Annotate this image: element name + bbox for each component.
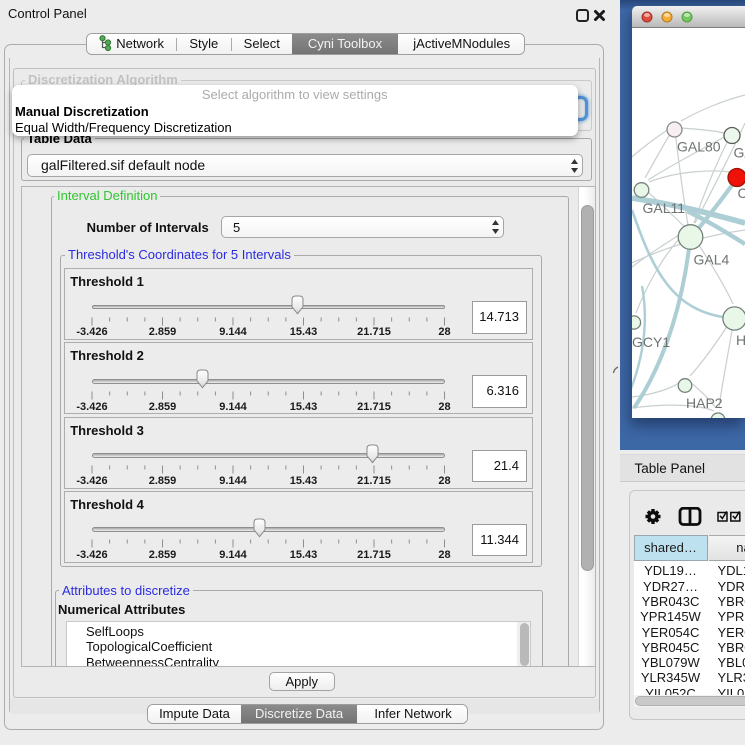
- svg-text:GAL80: GAL80: [677, 139, 721, 155]
- svg-text:HIS4: HIS4: [736, 332, 745, 348]
- svg-text:GAL4: GAL4: [694, 251, 730, 267]
- svg-text:HAP2: HAP2: [686, 395, 723, 411]
- svg-text:GAL11: GAL11: [643, 200, 686, 216]
- svg-text:CYC8: CYC8: [738, 185, 745, 201]
- svg-text:GCY1: GCY1: [632, 334, 670, 350]
- svg-text:GAL7: GAL7: [734, 145, 745, 161]
